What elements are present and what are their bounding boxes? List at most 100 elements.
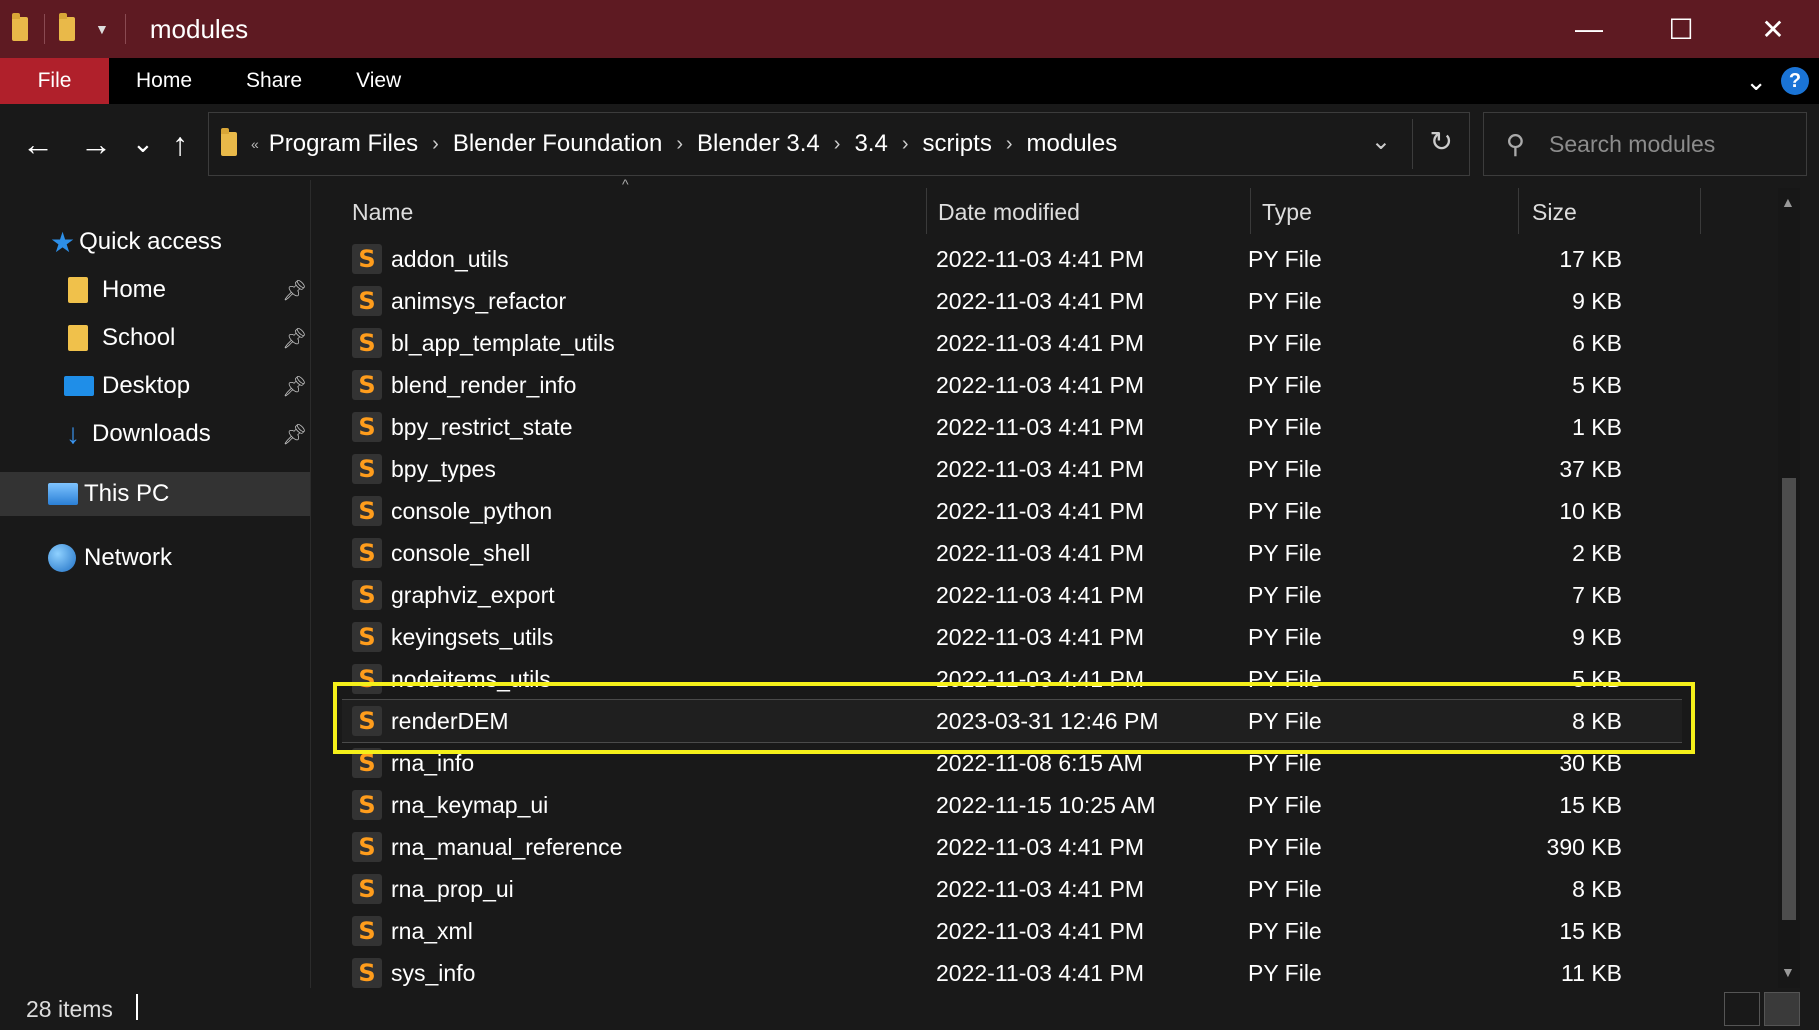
chevron-right-icon[interactable]: › — [834, 133, 841, 156]
file-row[interactable]: Srna_info 2022-11-08 6:15 AM PY File 30 KB — [342, 742, 1682, 784]
breadcrumb-3-4[interactable]: 3.4 — [854, 130, 887, 158]
refresh-icon[interactable]: ↻ — [1430, 125, 1453, 158]
sidebar-item-this-pc[interactable]: This PC — [0, 472, 310, 516]
python-file-icon: S — [352, 706, 382, 736]
file-row[interactable]: Sbl_app_template_utils 2022-11-03 4:41 PM… — [342, 322, 1682, 364]
scroll-up-icon[interactable]: ▲ — [1781, 194, 1795, 210]
sidebar-item-network[interactable]: Network — [48, 536, 172, 580]
breadcrumb-modules[interactable]: modules — [1027, 130, 1118, 158]
chevron-right-icon[interactable]: › — [432, 133, 439, 156]
file-row[interactable]: Sconsole_shell 2022-11-03 4:41 PM PY File 2… — [342, 532, 1682, 574]
file-row[interactable]: Sgraphviz_export 2022-11-03 4:41 PM PY Fil… — [342, 574, 1682, 616]
file-name: rna_manual_reference — [391, 834, 623, 860]
column-divider[interactable] — [1700, 188, 1701, 234]
scrollbar-thumb[interactable] — [1782, 478, 1796, 920]
tab-share[interactable]: Share — [219, 58, 329, 104]
breadcrumb-blender-foundation[interactable]: Blender Foundation — [453, 130, 662, 158]
computer-icon — [48, 483, 78, 505]
file-row[interactable]: Sanimsys_refactor 2022-11-03 4:41 PM PY Fi… — [342, 280, 1682, 322]
tab-home[interactable]: Home — [109, 58, 219, 104]
file-date-modified: 2023-03-31 12:46 PM — [936, 708, 1159, 734]
sidebar-item-downloads[interactable]: ↓ Downloads — [66, 412, 211, 456]
column-divider[interactable] — [1250, 188, 1251, 234]
customize-toolbar-icon[interactable]: ▼ — [95, 21, 109, 37]
column-divider[interactable] — [926, 188, 927, 234]
file-size: 8 KB — [1572, 708, 1622, 734]
properties-icon[interactable] — [12, 13, 28, 41]
pin-icon[interactable]: 📌︎ — [282, 326, 307, 351]
pane-divider[interactable] — [310, 180, 311, 988]
file-row[interactable]: Sblend_render_info 2022-11-03 4:41 PM PY F… — [342, 364, 1682, 406]
expand-ribbon-icon[interactable]: ⌄ — [1745, 66, 1767, 97]
breadcrumb-blender-3-4[interactable]: Blender 3.4 — [697, 130, 820, 158]
file-row[interactable]: Sconsole_python 2022-11-03 4:41 PM PY File… — [342, 490, 1682, 532]
recent-locations-button[interactable]: ⌄ — [132, 128, 154, 159]
sidebar-item-home[interactable]: Home — [68, 268, 166, 312]
file-row[interactable]: Sbpy_restrict_state 2022-11-03 4:41 PM PY … — [342, 406, 1682, 448]
sidebar-item-desktop[interactable]: Desktop — [64, 364, 190, 408]
details-view-button[interactable] — [1724, 992, 1760, 1026]
pin-icon[interactable]: 📌︎ — [282, 374, 307, 399]
file-row[interactable]: Srna_prop_ui 2022-11-03 4:41 PM PY File 8 K… — [342, 868, 1682, 910]
tab-file[interactable]: File — [0, 58, 109, 104]
maximize-button[interactable]: ☐ — [1635, 0, 1727, 58]
chevron-right-icon[interactable]: › — [676, 133, 683, 156]
file-size: 9 KB — [1572, 624, 1622, 650]
back-button[interactable]: ← — [22, 126, 54, 163]
file-date-modified: 2022-11-03 4:41 PM — [936, 414, 1144, 440]
column-header-size[interactable]: Size — [1532, 188, 1682, 236]
sidebar-item-school[interactable]: School — [68, 316, 175, 360]
file-row[interactable]: Sbpy_types 2022-11-03 4:41 PM PY File 37 KB — [342, 448, 1682, 490]
file-name: blend_render_info — [391, 372, 577, 398]
item-count: 28 items — [26, 996, 113, 1022]
chevron-right-icon[interactable]: › — [902, 133, 909, 156]
file-row[interactable]: Snodeitems_utils 2022-11-03 4:41 PM PY Fil… — [342, 658, 1682, 700]
file-size: 10 KB — [1559, 498, 1622, 524]
column-divider[interactable] — [1518, 188, 1519, 234]
file-date-modified: 2022-11-03 4:41 PM — [936, 834, 1144, 860]
file-size: 1 KB — [1572, 414, 1622, 440]
pin-icon[interactable]: 📌︎ — [282, 422, 307, 447]
file-size: 8 KB — [1572, 876, 1622, 902]
window-title: modules — [149, 13, 249, 44]
file-row[interactable]: Skeyingsets_utils 2022-11-03 4:41 PM PY Fi… — [342, 616, 1682, 658]
file-name: rna_keymap_ui — [391, 792, 549, 818]
new-folder-icon[interactable] — [59, 13, 75, 41]
large-icons-view-button[interactable] — [1764, 992, 1800, 1026]
search-input[interactable] — [1549, 130, 1770, 158]
python-file-icon: S — [352, 622, 382, 652]
overflow-chevron-icon[interactable]: « — [251, 136, 259, 152]
minimize-button[interactable]: — — [1543, 0, 1635, 58]
file-row[interactable]: SrenderDEM 2023-03-31 12:46 PM PY File 8 KB — [342, 699, 1682, 743]
column-header-date[interactable]: Date modified — [938, 188, 1238, 236]
up-button[interactable]: ↑ — [172, 126, 188, 163]
close-button[interactable]: ✕ — [1727, 0, 1819, 58]
file-row[interactable]: Saddon_utils 2022-11-03 4:41 PM PY File 17 … — [342, 238, 1682, 280]
breadcrumb-scripts[interactable]: scripts — [922, 130, 991, 158]
pin-icon[interactable]: 📌︎ — [282, 278, 307, 303]
file-row[interactable]: Ssys_info 2022-11-03 4:41 PM PY File 11 KB — [342, 952, 1682, 988]
forward-button[interactable]: → — [80, 126, 112, 163]
address-bar[interactable]: « Program Files › Blender Foundation › B… — [208, 112, 1470, 176]
python-file-icon: S — [352, 748, 382, 778]
file-row[interactable]: Srna_xml 2022-11-03 4:41 PM PY File 15 KB — [342, 910, 1682, 952]
file-type: PY File — [1248, 414, 1322, 440]
file-name: rna_prop_ui — [391, 876, 514, 902]
column-header-type[interactable]: Type — [1262, 188, 1512, 236]
address-history-dropdown-icon[interactable]: ⌄ — [1371, 127, 1391, 156]
column-header-name[interactable]: Name — [352, 188, 922, 236]
scroll-down-icon[interactable]: ▼ — [1781, 964, 1795, 980]
vertical-scrollbar[interactable]: ▲ ▼ — [1778, 188, 1800, 988]
file-row[interactable]: Srna_manual_reference 2022-11-03 4:41 PM P… — [342, 826, 1682, 868]
file-date-modified: 2022-11-03 4:41 PM — [936, 918, 1144, 944]
file-type: PY File — [1248, 372, 1322, 398]
file-date-modified: 2022-11-08 6:15 AM — [936, 750, 1143, 776]
sidebar-item-quick-access[interactable]: ★ Quick access — [50, 220, 222, 264]
tab-view[interactable]: View — [329, 58, 428, 104]
file-row[interactable]: Srna_keymap_ui 2022-11-15 10:25 AM PY File… — [342, 784, 1682, 826]
chevron-right-icon[interactable]: › — [1006, 133, 1013, 156]
breadcrumb-program-files[interactable]: Program Files — [269, 130, 418, 158]
help-icon[interactable]: ? — [1781, 67, 1809, 95]
search-box[interactable]: ⚲ — [1483, 112, 1807, 176]
file-date-modified: 2022-11-15 10:25 AM — [936, 792, 1156, 818]
